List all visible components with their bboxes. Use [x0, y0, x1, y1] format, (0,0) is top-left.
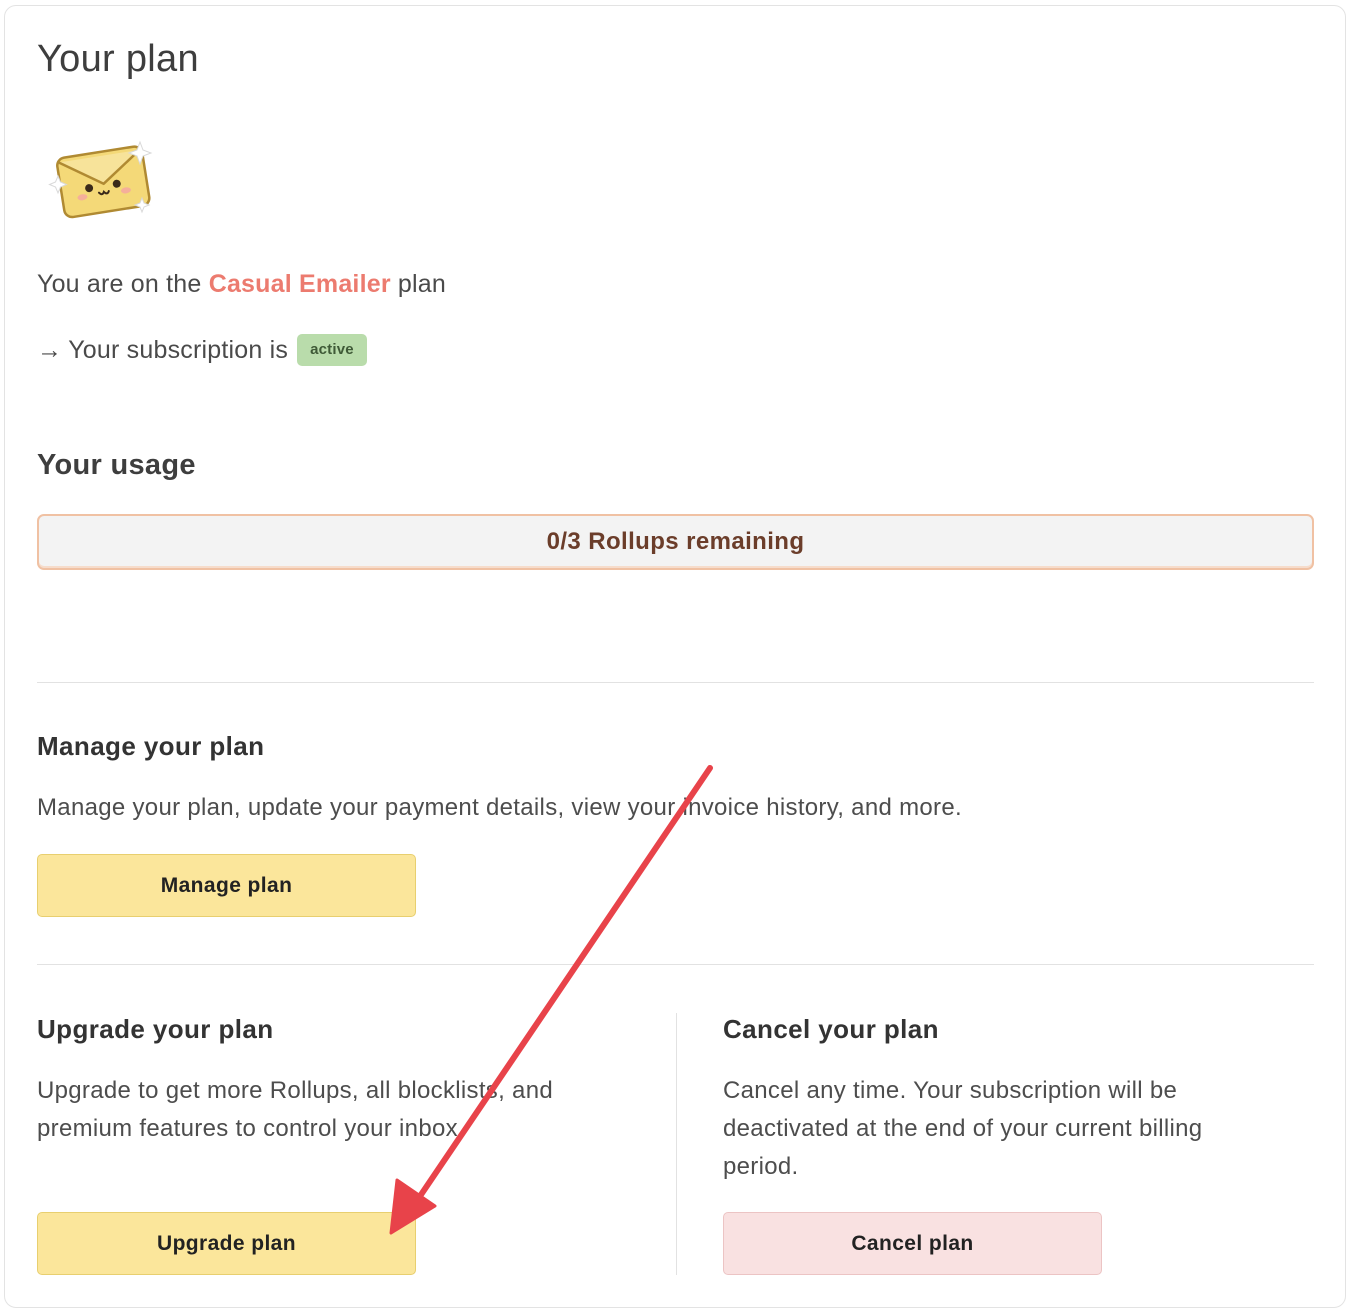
usage-progress-bar: 0/3 Rollups remaining	[37, 514, 1314, 570]
plan-prefix: You are on the	[37, 270, 202, 298]
manage-title: Manage your plan	[37, 731, 265, 761]
column-divider	[676, 1013, 677, 1275]
section-divider	[37, 682, 1314, 683]
subscription-status: → Your subscription is active	[37, 334, 367, 366]
cancel-description-line: period.	[723, 1153, 799, 1180]
usage-label: 0/3 Rollups remaining	[546, 528, 805, 555]
upgrade-description-line: Upgrade to get more Rollups, all blockli…	[37, 1077, 553, 1104]
plan-name: Casual Emailer	[208, 270, 391, 298]
cancel-plan-button[interactable]: Cancel plan	[723, 1212, 1102, 1275]
manage-plan-button[interactable]: Manage plan	[37, 854, 416, 917]
plan-summary: You are on the Casual Emailer plan	[37, 270, 446, 299]
cancel-description-line: deactivated at the end of your current b…	[723, 1115, 1203, 1142]
page-title: Your plan	[37, 38, 199, 80]
upgrade-plan-button[interactable]: Upgrade plan	[37, 1212, 416, 1275]
upgrade-description-line: premium features to control your inbox.	[37, 1115, 465, 1142]
cancel-title: Cancel your plan	[723, 1014, 939, 1044]
arrow-right-icon: →	[37, 335, 63, 364]
upgrade-description: Upgrade to get more Rollups, all blockli…	[37, 1072, 553, 1148]
section-divider	[37, 964, 1314, 965]
usage-title: Your usage	[37, 449, 196, 481]
cancel-description-line: Cancel any time. Your subscription will …	[723, 1077, 1178, 1104]
kawaii-envelope-icon	[48, 140, 153, 219]
manage-description: Manage your plan, update your payment de…	[37, 794, 962, 821]
plan-suffix: plan	[397, 270, 446, 298]
upgrade-title: Upgrade your plan	[37, 1014, 274, 1044]
cancel-description: Cancel any time. Your subscription will …	[723, 1072, 1202, 1186]
subscription-text: Your subscription is	[68, 335, 289, 364]
status-badge: active	[297, 334, 367, 366]
